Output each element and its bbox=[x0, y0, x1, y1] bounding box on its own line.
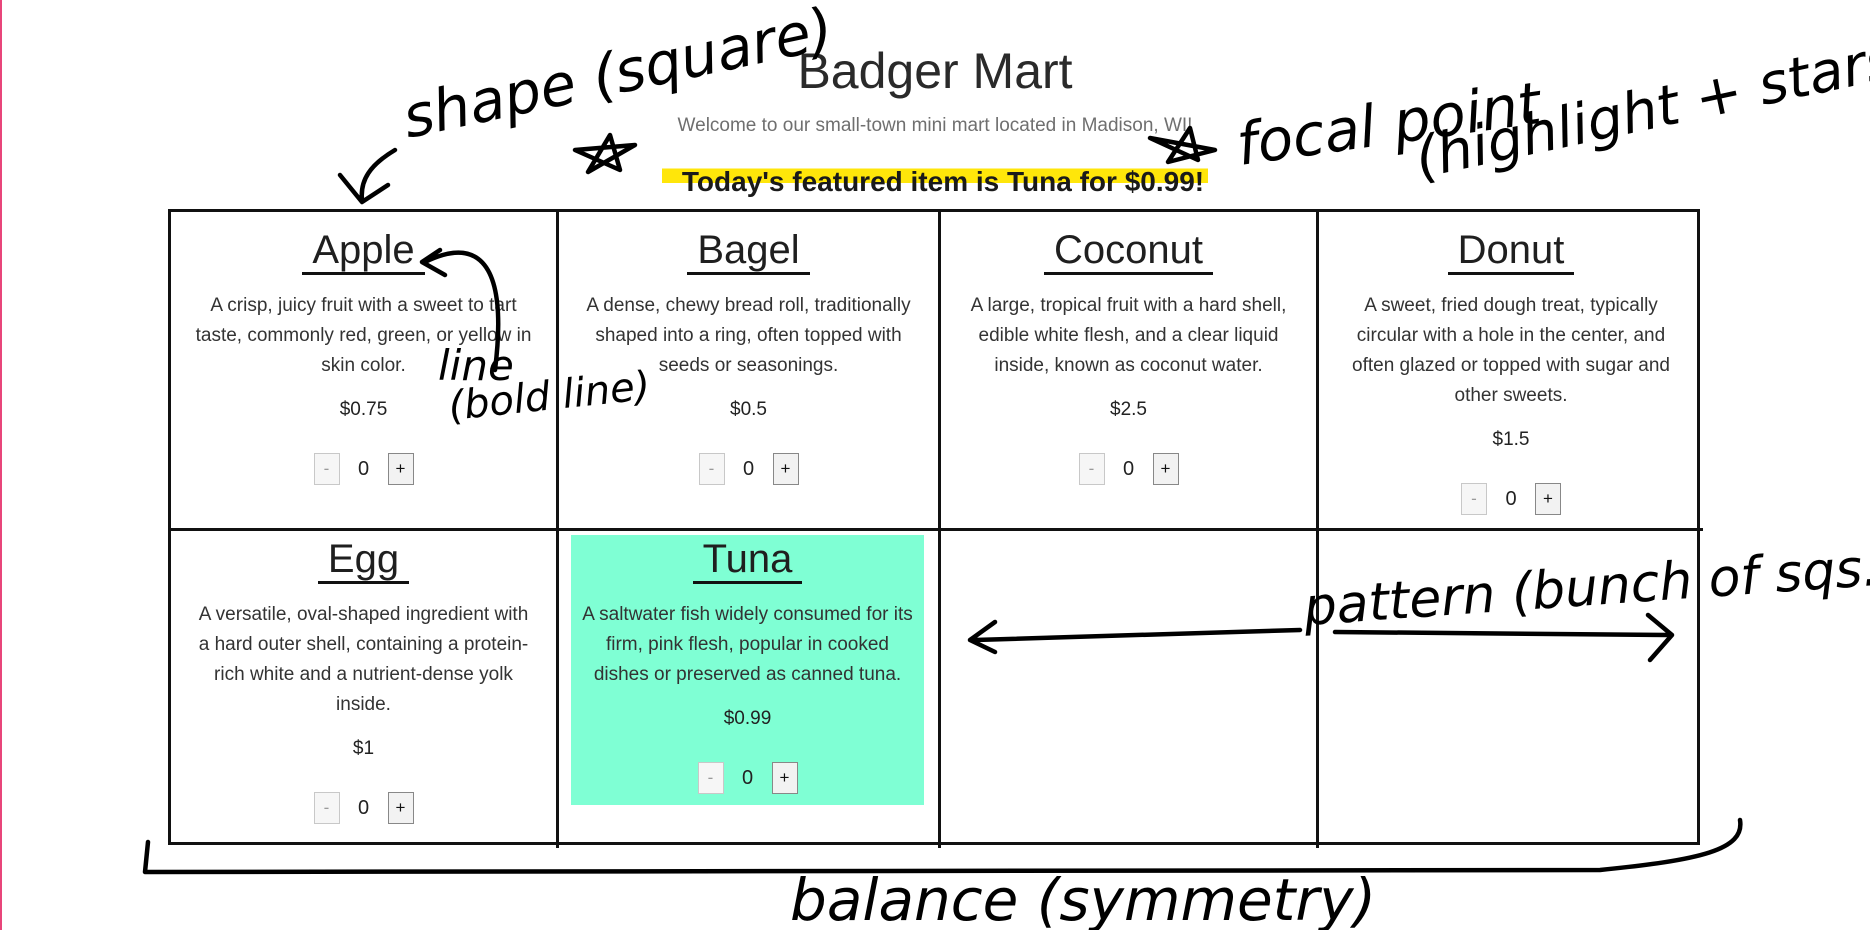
product-price: $0.75 bbox=[339, 399, 388, 420]
increment-button[interactable]: + bbox=[1535, 483, 1561, 515]
product-grid: Apple A crisp, juicy fruit with a sweet … bbox=[168, 209, 1703, 848]
page-subtitle: Welcome to our small-town mini mart loca… bbox=[677, 115, 1193, 136]
product-description: A sweet, fried dough treat, typically ci… bbox=[1352, 295, 1670, 406]
product-name: Egg bbox=[317, 537, 410, 584]
decrement-button[interactable]: - bbox=[313, 792, 340, 824]
product-name: Bagel bbox=[687, 228, 810, 275]
annotation-balance: balance (symmetry) bbox=[790, 866, 1376, 930]
product-description: A crisp, juicy fruit with a sweet to tar… bbox=[195, 295, 532, 376]
quantity-stepper: - 0 + bbox=[579, 453, 918, 485]
featured-text: Today's featured item is Tuna for $0.99! bbox=[661, 166, 1209, 197]
product-description: A saltwater fish widely consumed for its… bbox=[582, 604, 913, 685]
product-description: A dense, chewy bread roll, traditionally… bbox=[586, 295, 911, 376]
increment-button[interactable]: + bbox=[387, 792, 414, 824]
product-card: Donut A sweet, fried dough treat, typica… bbox=[1319, 212, 1703, 531]
product-price: $2.5 bbox=[1110, 399, 1147, 420]
quantity-stepper: - 0 + bbox=[1339, 483, 1683, 515]
product-card-featured: Tuna A saltwater fish widely consumed fo… bbox=[559, 531, 941, 848]
product-name: Tuna bbox=[692, 537, 803, 584]
page-title: Badger Mart bbox=[797, 43, 1073, 99]
product-card: Apple A crisp, juicy fruit with a sweet … bbox=[171, 212, 559, 531]
featured-card-highlight: Tuna A saltwater fish widely consumed fo… bbox=[571, 535, 924, 805]
quantity-stepper: - 0 + bbox=[191, 792, 536, 824]
quantity-value: 0 bbox=[357, 796, 370, 819]
product-description: A large, tropical fruit with a hard shel… bbox=[970, 295, 1287, 376]
product-price: $0.99 bbox=[723, 708, 772, 729]
product-name: Donut bbox=[1447, 228, 1575, 275]
decrement-button[interactable]: - bbox=[1461, 483, 1487, 515]
increment-button[interactable]: + bbox=[772, 453, 799, 485]
empty-card bbox=[941, 531, 1319, 848]
quantity-value: 0 bbox=[357, 457, 370, 480]
decrement-button[interactable]: - bbox=[313, 453, 340, 485]
quantity-stepper: - 0 + bbox=[577, 762, 918, 794]
decrement-button[interactable]: - bbox=[1078, 453, 1105, 485]
product-price: $0.5 bbox=[730, 399, 767, 420]
quantity-value: 0 bbox=[742, 457, 755, 480]
product-name: Coconut bbox=[1044, 228, 1213, 275]
product-name: Apple bbox=[302, 228, 425, 275]
increment-button[interactable]: + bbox=[1152, 453, 1179, 485]
empty-card bbox=[1319, 531, 1703, 848]
decrement-button[interactable]: - bbox=[698, 453, 725, 485]
product-card: Coconut A large, tropical fruit with a h… bbox=[941, 212, 1319, 531]
product-card: Bagel A dense, chewy bread roll, traditi… bbox=[559, 212, 941, 531]
product-description: A versatile, oval-shaped ingredient with… bbox=[198, 604, 529, 715]
product-card: Egg A versatile, oval-shaped ingredient … bbox=[171, 531, 559, 848]
quantity-value: 0 bbox=[1122, 457, 1135, 480]
product-price: $1.5 bbox=[1492, 429, 1530, 450]
quantity-stepper: - 0 + bbox=[191, 453, 536, 485]
quantity-value: 0 bbox=[1505, 487, 1517, 510]
increment-button[interactable]: + bbox=[387, 453, 414, 485]
featured-banner: Today's featured item is Tuna for $0.99! bbox=[0, 166, 1870, 198]
quantity-stepper: - 0 + bbox=[961, 453, 1296, 485]
quantity-value: 0 bbox=[741, 766, 754, 789]
product-price: $1 bbox=[352, 738, 375, 759]
decrement-button[interactable]: - bbox=[697, 762, 724, 794]
left-edge-accent bbox=[0, 0, 2, 930]
increment-button[interactable]: + bbox=[771, 762, 798, 794]
